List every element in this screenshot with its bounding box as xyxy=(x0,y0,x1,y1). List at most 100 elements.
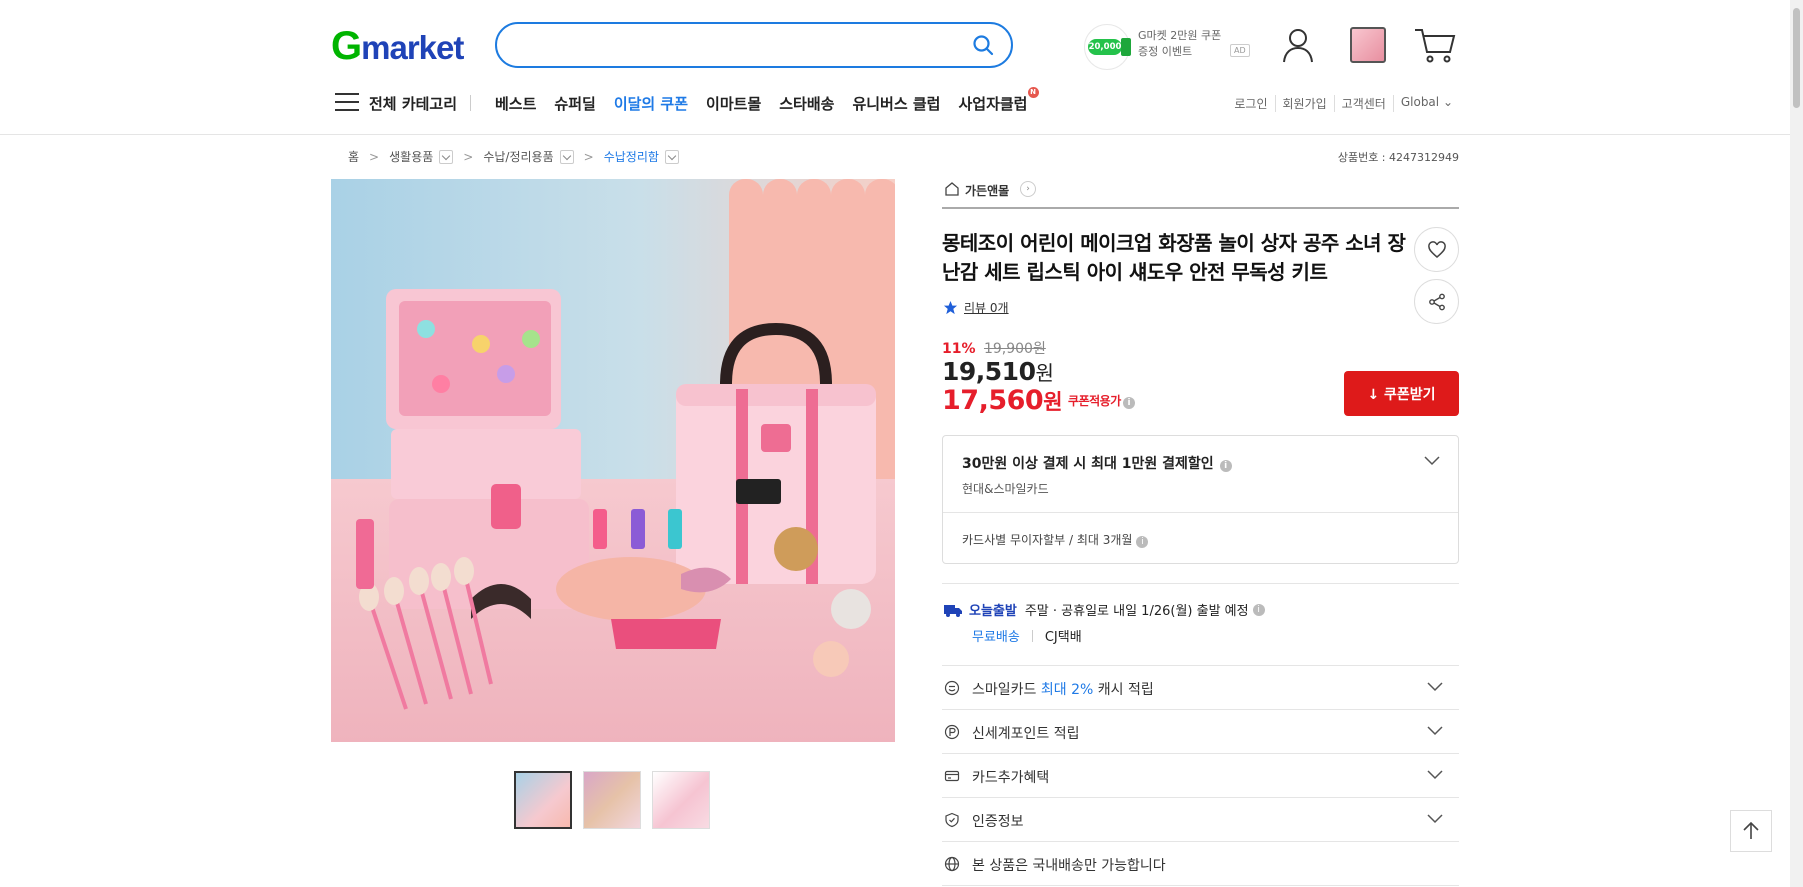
chevron-down-icon xyxy=(1424,456,1440,466)
gmarket-logo[interactable]: Gmarket xyxy=(331,24,464,68)
nav-link-emart[interactable]: 이마트몰 xyxy=(706,93,761,114)
site-header: Gmarket 20,000 G마켓 2만원 쿠폰 증정 이벤트 AD 전체 카… xyxy=(0,0,1790,135)
nav-link-business-club[interactable]: 사업자클럽 N xyxy=(958,87,1039,114)
nav-link-universe-club[interactable]: 유니버스 클럽 xyxy=(852,93,940,114)
info-icon[interactable]: i xyxy=(1252,603,1265,616)
breadcrumb-arrow: > xyxy=(369,149,380,164)
thumbnail-2[interactable] xyxy=(583,771,641,829)
today-dispatch-label: 오늘출발 xyxy=(969,604,1017,619)
chevron-down-icon[interactable] xyxy=(664,149,679,164)
home-icon xyxy=(945,182,959,196)
breadcrumb-home[interactable]: 홈 xyxy=(348,148,359,165)
shield-icon xyxy=(945,812,959,828)
scroll-to-top-button[interactable] xyxy=(1730,810,1772,852)
coupon-price: 17,560원 쿠폰적용가 i xyxy=(942,385,1135,416)
vertical-scrollbar[interactable] xyxy=(1790,0,1803,887)
chevron-right-icon: › xyxy=(1020,181,1036,197)
breadcrumb-item-3[interactable]: 수납정리함 xyxy=(604,148,659,165)
breadcrumb-item-2[interactable]: 수납/정리용품 xyxy=(483,148,553,165)
shipping-info: 오늘출발 주말 · 공휴일로 내일 1/26(월) 출발 예정 i xyxy=(943,600,1265,619)
wishlist-button[interactable] xyxy=(1414,227,1459,272)
section-divider xyxy=(942,583,1459,584)
discount-percent: 11% xyxy=(942,341,976,357)
store-link[interactable]: 가든앤몰 › xyxy=(942,179,1459,209)
nav-link-best[interactable]: 베스트 xyxy=(495,93,536,114)
review-count: 리뷰 0개 xyxy=(964,301,1009,315)
free-shipping: 무료배송 xyxy=(972,630,1020,645)
nav-link-monthly-coupon[interactable]: 이달의 쿠폰 xyxy=(614,93,688,114)
info-icon[interactable]: i xyxy=(1219,460,1232,472)
card-discount-title: 30만원 이상 결제 시 최대 1만원 결제할인 xyxy=(962,456,1214,472)
get-coupon-button[interactable]: ↓ 쿠폰받기 xyxy=(1344,371,1459,416)
share-icon xyxy=(1429,293,1445,311)
new-badge: N xyxy=(1027,87,1039,98)
breadcrumb-item-1[interactable]: 생활용품 xyxy=(389,148,433,165)
benefit-label-suffix: 캐시 적립 xyxy=(1093,682,1154,698)
nav-link-star-delivery[interactable]: 스타배송 xyxy=(779,93,834,114)
breadcrumb: 홈 > 생활용품 > 수납/정리용품 > 수납정리함 xyxy=(348,148,679,165)
search-icon[interactable] xyxy=(971,33,995,57)
thumbnail-1[interactable] xyxy=(514,771,572,829)
dispatch-schedule: 주말 · 공휴일로 내일 1/26(월) 출발 예정 xyxy=(1024,604,1249,619)
product-title: 몽테조이 어린이 메이크업 화장품 놀이 상자 공주 소녀 장난감 세트 립스틱… xyxy=(942,231,1406,284)
chevron-down-icon xyxy=(1427,726,1443,736)
signup-link[interactable]: 회원가입 xyxy=(1274,95,1334,112)
logo-letter-g: G xyxy=(331,24,362,68)
sale-price-unit: 원 xyxy=(1035,361,1054,385)
truck-icon xyxy=(944,604,962,617)
all-categories-button[interactable]: 전체 카테고리 xyxy=(369,93,457,114)
info-icon[interactable]: i xyxy=(1122,397,1135,409)
cart-icon[interactable] xyxy=(1413,24,1457,66)
card-benefit-box: 30만원 이상 결제 시 최대 1만원 결제할인 i 현대&스마일카드 카드사별 … xyxy=(942,435,1459,564)
card-discount-toggle[interactable]: 30만원 이상 결제 시 최대 1만원 결제할인 i 현대&스마일카드 xyxy=(943,436,1458,513)
benefit-label: 신세계포인트 적립 xyxy=(972,726,1080,742)
installment-info: 카드사별 무이자할부 / 최대 3개월 xyxy=(962,533,1133,547)
card-discount-cards: 현대&스마일카드 xyxy=(962,482,1049,496)
user-icon[interactable] xyxy=(1277,24,1319,66)
recent-items-icon[interactable] xyxy=(1350,27,1386,63)
domestic-shipping-notice: 본 상품은 국내배송만 가능합니다 xyxy=(942,842,1459,886)
store-name: 가든앤몰 xyxy=(965,184,1010,198)
benefit-row-card-extra[interactable]: 카드추가혜택 xyxy=(942,754,1459,798)
nav-link-business-club-label: 사업자클럽 xyxy=(958,95,1028,113)
discount-info: 11% 19,900원 xyxy=(942,338,1046,358)
info-icon[interactable]: i xyxy=(1136,536,1149,548)
coupon-coin-icon: 20,000 xyxy=(1084,24,1131,70)
promo-banner[interactable]: 20,000 G마켓 2만원 쿠폰 증정 이벤트 AD xyxy=(1084,24,1250,70)
coupon-price-unit: 원 xyxy=(1043,390,1063,414)
point-icon xyxy=(944,724,960,740)
customer-center-link[interactable]: 고객센터 xyxy=(1333,95,1393,112)
main-product-image[interactable] xyxy=(331,179,895,742)
share-button[interactable] xyxy=(1414,279,1459,324)
sale-price: 19,510원 xyxy=(942,357,1054,386)
menu-icon[interactable] xyxy=(335,93,359,113)
benefit-label: 카드추가혜택 xyxy=(972,770,1050,786)
product-photo xyxy=(331,179,895,742)
promo-text: G마켓 2만원 쿠폰 증정 이벤트 xyxy=(1138,29,1222,58)
login-link[interactable]: 로그인 xyxy=(1227,95,1274,112)
arrow-up-icon xyxy=(1743,821,1759,839)
scrollbar-thumb[interactable] xyxy=(1793,8,1800,108)
search-input[interactable] xyxy=(517,32,937,58)
breadcrumb-arrow: > xyxy=(463,149,474,164)
benefit-highlight: 최대 2% xyxy=(1040,682,1094,698)
coupon-price-label: 쿠폰적용가 xyxy=(1068,394,1121,408)
breadcrumb-arrow: > xyxy=(583,149,594,164)
utility-links: 로그인 회원가입 고객센터 Global ⌄ xyxy=(1227,95,1460,112)
benefit-row-certification[interactable]: 인증정보 xyxy=(942,798,1459,842)
benefit-label: 인증정보 xyxy=(972,814,1024,830)
nav-link-superdeal[interactable]: 슈퍼딜 xyxy=(554,93,595,114)
logo-text: market xyxy=(361,29,464,66)
global-dropdown[interactable]: Global ⌄ xyxy=(1392,95,1460,112)
benefit-row-shinsegae-point[interactable]: 신세계포인트 적립 xyxy=(942,710,1459,754)
thumbnail-3[interactable] xyxy=(652,771,710,829)
chevron-down-icon[interactable] xyxy=(559,149,574,164)
original-price: 19,900원 xyxy=(983,341,1046,357)
heart-icon xyxy=(1428,241,1446,258)
chevron-down-icon xyxy=(1427,770,1443,780)
chevron-down-icon[interactable] xyxy=(439,149,454,164)
smile-icon xyxy=(944,680,960,696)
benefit-row-smilecard[interactable]: 스마일카드 최대 2% 캐시 적립 xyxy=(942,666,1459,710)
benefit-label: 스마일카드 xyxy=(972,682,1041,698)
review-link[interactable]: 리뷰 0개 xyxy=(943,299,1009,316)
